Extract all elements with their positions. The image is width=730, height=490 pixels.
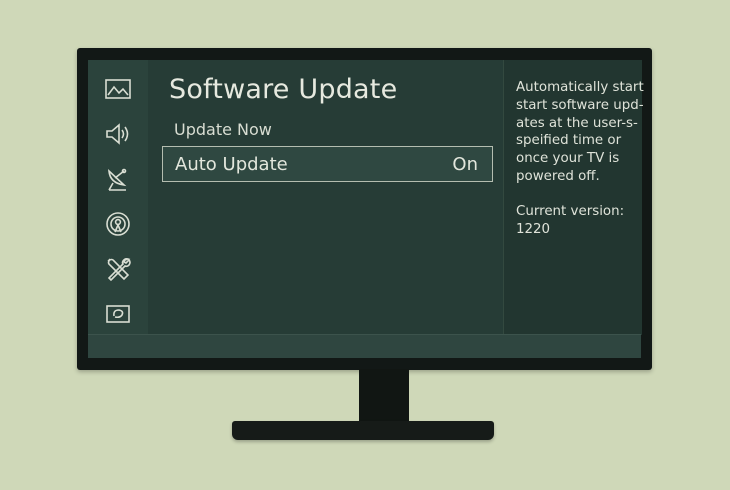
info-line: ates at the user-s- (516, 115, 638, 131)
version-label: Current version: (516, 204, 625, 219)
screen-bottom-band (88, 334, 641, 358)
info-line: once your TV is (516, 151, 620, 167)
icon-sidebar (88, 60, 148, 335)
version-value: 1220 (516, 222, 551, 237)
sound-icon[interactable] (103, 119, 133, 149)
info-line: powered off. (516, 168, 600, 184)
tv-screen: Software Update Update Now Auto Update O… (88, 60, 644, 358)
tv-bezel: Software Update Update Now Auto Update O… (77, 48, 652, 370)
auto-update-label: Auto Update (175, 154, 288, 175)
tv-stand-base (232, 421, 494, 440)
info-panel: Automatically start start software upd- … (503, 60, 644, 335)
tools-icon[interactable] (103, 254, 133, 284)
tv-stand-neck (359, 369, 409, 427)
broadcast-icon[interactable] (103, 164, 133, 194)
main-panel: Software Update Update Now Auto Update O… (148, 60, 503, 335)
network-icon[interactable] (103, 209, 133, 239)
info-line: Automatically start (516, 80, 644, 95)
auto-update-value: On (452, 154, 478, 175)
page-title: Software Update (169, 74, 398, 105)
support-icon[interactable] (103, 299, 133, 329)
info-line: start software upd- (516, 97, 644, 113)
info-description: Automatically start start software upd- … (516, 79, 644, 186)
menu-item-update-now[interactable]: Update Now (174, 120, 272, 139)
info-line: speified time or (516, 133, 622, 149)
menu-item-auto-update[interactable]: Auto Update On (162, 146, 493, 182)
picture-icon[interactable] (103, 74, 133, 104)
